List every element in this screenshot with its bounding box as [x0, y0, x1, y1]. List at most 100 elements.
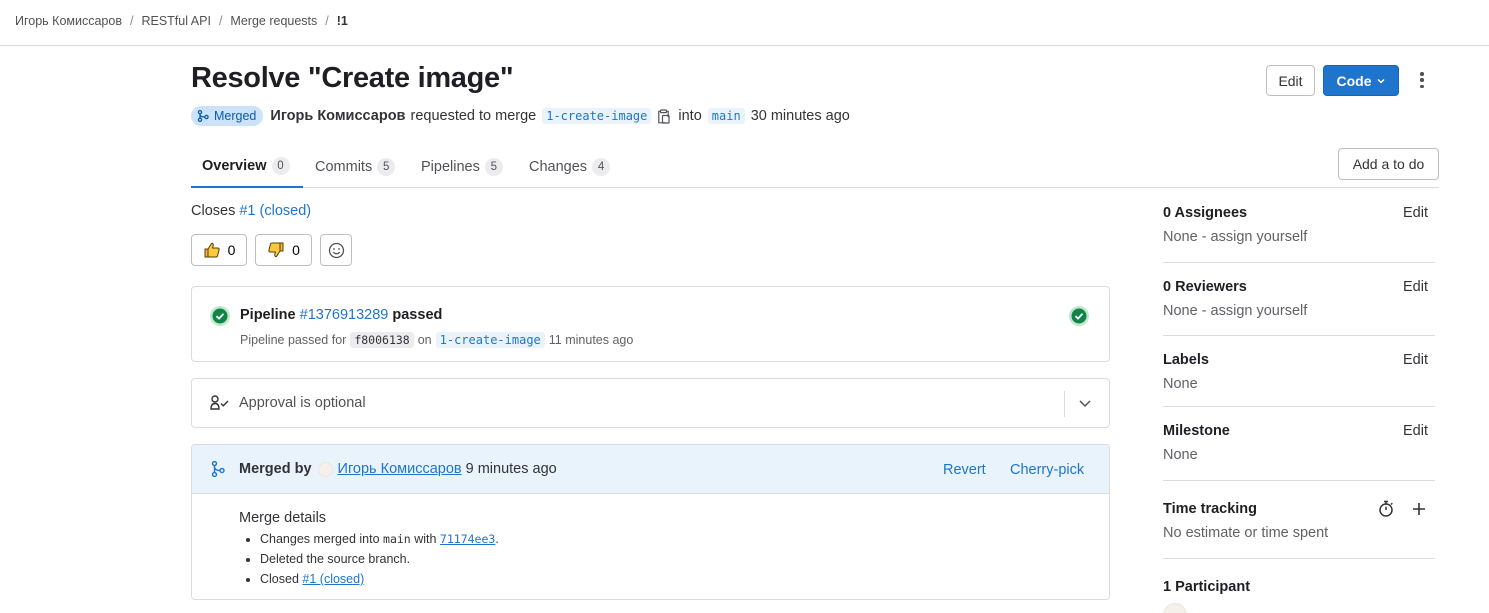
tab-count: 5 — [484, 157, 503, 176]
pipeline-sub-prefix: Pipeline passed for — [240, 333, 347, 347]
list-item: Deleted the source branch. — [260, 551, 499, 571]
reviewers-edit-button[interactable]: Edit — [1403, 279, 1428, 295]
thumbs-up-count: 0 — [227, 242, 236, 258]
merged-header: Merged by Игорь Комиссаров 9 minutes ago… — [192, 445, 1109, 494]
pipeline-label: Pipeline — [240, 307, 296, 323]
approval-text: Approval is optional — [239, 395, 366, 411]
pipeline-time: 11 minutes ago — [548, 333, 634, 347]
merged-by-user-link[interactable]: Игорь Комиссаров — [338, 461, 462, 477]
code-dropdown-button[interactable]: Code — [1323, 65, 1399, 96]
approval-icon — [210, 394, 230, 415]
status-badge-label: Merged — [214, 109, 257, 123]
closes-line: Closes #1 (closed) — [191, 203, 311, 219]
breadcrumb-separator: / — [325, 14, 329, 28]
chevron-down-icon[interactable] — [1077, 395, 1093, 414]
closed-prefix: Closed — [260, 572, 299, 586]
milestone-title: Milestone — [1163, 423, 1230, 439]
list-item: Closed #1 (closed) — [260, 571, 499, 591]
divider — [1163, 335, 1435, 336]
pipeline-subtitle: Pipeline passed for f8006138 on 1-create… — [240, 332, 633, 348]
assignees-edit-button[interactable]: Edit — [1403, 205, 1428, 221]
sidebar-assignees: 0 Assignees None - assign yourself Edit — [1163, 205, 1435, 245]
tab-count: 0 — [271, 156, 290, 175]
milestone-value: None — [1163, 447, 1198, 463]
add-todo-button[interactable]: Add a to do — [1338, 148, 1439, 180]
closed-issue-link[interactable]: #1 (closed) — [302, 572, 364, 586]
status-success-icon[interactable] — [1068, 305, 1090, 330]
labels-value: None — [1163, 376, 1198, 392]
merge-icon — [211, 460, 225, 480]
pipeline-status: passed — [392, 307, 443, 323]
merged-into-branch: main — [383, 532, 411, 546]
breadcrumb-user[interactable]: Игорь Комиссаров — [15, 14, 122, 28]
plus-icon[interactable] — [1412, 502, 1426, 516]
status-success-icon[interactable] — [209, 305, 231, 330]
sidebar-milestone: Milestone None Edit — [1163, 423, 1435, 463]
assignees-title: 0 Assignees — [1163, 205, 1248, 221]
source-branch[interactable]: 1-create-image — [542, 108, 652, 124]
requested-text: requested to merge — [410, 108, 537, 124]
labels-title: Labels — [1163, 352, 1209, 368]
kebab-icon[interactable] — [1412, 70, 1432, 90]
sidebar-time-tracking: Time tracking No estimate or time spent — [1163, 500, 1435, 541]
author-name[interactable]: Игорь Комиссаров — [270, 108, 405, 124]
add-reaction-button[interactable] — [320, 234, 352, 266]
tab-label: Changes — [529, 158, 588, 175]
milestone-edit-button[interactable]: Edit — [1403, 423, 1428, 439]
thumbs-down-count: 0 — [292, 242, 300, 258]
sidebar-reviewers: 0 Reviewers None - assign yourself Edit — [1163, 279, 1435, 319]
avatar[interactable] — [317, 461, 333, 477]
breadcrumb-merge-requests[interactable]: Merge requests — [230, 14, 317, 28]
pipeline-widget: Pipeline #1376913289 passed Pipeline pas… — [191, 286, 1110, 362]
thumbs-up-button[interactable]: 0 — [191, 234, 247, 266]
thumbs-down-button[interactable]: 0 — [255, 234, 312, 266]
cherry-pick-button[interactable]: Cherry-pick — [1010, 462, 1084, 478]
assignees-value[interactable]: None - assign yourself — [1163, 229, 1435, 245]
commit-sha[interactable]: f8006138 — [350, 332, 414, 348]
top-bar: Игорь Комиссаров / RESTful API / Merge r… — [0, 0, 1489, 46]
status-badge: Merged — [191, 106, 264, 126]
tab-label: Overview — [202, 157, 267, 174]
approval-widget: Approval is optional — [191, 378, 1110, 428]
tab-commits[interactable]: Commits 5 — [304, 145, 406, 188]
revert-button[interactable]: Revert — [943, 462, 986, 478]
merged-widget: Merged by Игорь Комиссаров 9 minutes ago… — [191, 444, 1110, 600]
labels-edit-button[interactable]: Edit — [1403, 352, 1428, 368]
breadcrumb-separator: / — [218, 14, 223, 28]
target-branch[interactable]: main — [707, 108, 745, 124]
merge-details-title: Merge details — [239, 510, 327, 526]
tab-changes[interactable]: Changes 4 — [518, 145, 621, 188]
stopwatch-icon[interactable] — [1378, 500, 1394, 517]
code-label: Code — [1336, 72, 1372, 89]
smiley-icon — [328, 242, 344, 258]
tab-pipelines[interactable]: Pipelines 5 — [410, 145, 514, 188]
merged-by-label: Merged by — [239, 461, 312, 477]
divider — [1163, 480, 1435, 481]
divider — [1064, 391, 1065, 417]
closes-issue-link[interactable]: #1 (closed) — [239, 203, 311, 219]
pipeline-id-link[interactable]: #1376913289 — [300, 307, 389, 323]
mr-tabs: Overview 0 Commits 5 Pipelines 5 Changes… — [191, 145, 1439, 188]
merged-into-prefix: Changes merged into — [260, 532, 380, 546]
sidebar-labels: Labels None Edit — [1163, 352, 1435, 392]
list-item: Changes merged into main with 71174ee3. — [260, 531, 499, 551]
merged-end: . — [495, 532, 499, 546]
page-title: Resolve "Create image" — [191, 62, 514, 94]
divider — [1163, 262, 1435, 263]
tab-label: Pipelines — [421, 158, 480, 175]
breadcrumb-current[interactable]: !1 — [337, 14, 348, 28]
into-text: into — [678, 108, 702, 124]
thumbs-down-icon — [268, 242, 284, 258]
edit-button[interactable]: Edit — [1266, 65, 1315, 96]
deleted-branch-text: Deleted the source branch. — [260, 552, 411, 566]
merge-commit-link[interactable]: 71174ee3 — [440, 532, 495, 546]
tab-count: 5 — [377, 157, 396, 176]
breadcrumb-project[interactable]: RESTful API — [141, 14, 210, 28]
pipeline-branch[interactable]: 1-create-image — [435, 332, 545, 348]
mr-meta: Merged Игорь Комиссаров requested to mer… — [191, 106, 850, 126]
tab-overview[interactable]: Overview 0 — [191, 145, 303, 188]
copy-icon[interactable] — [657, 108, 670, 124]
reviewers-value[interactable]: None - assign yourself — [1163, 303, 1435, 319]
pipeline-title: Pipeline #1376913289 passed — [240, 307, 442, 323]
avatar[interactable] — [1163, 603, 1187, 613]
